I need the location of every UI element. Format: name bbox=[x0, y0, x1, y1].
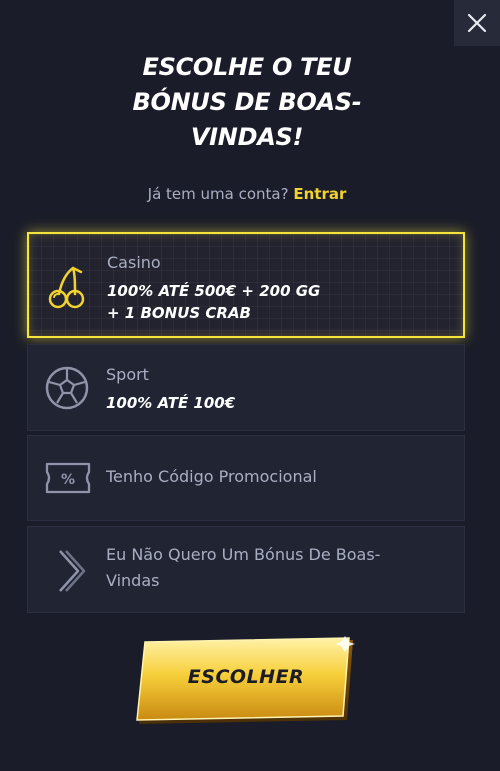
option-offer: + 1 BONUS CRAB bbox=[107, 304, 251, 322]
option-offer: 100% ATÉ 500€ + 200 GG bbox=[107, 282, 321, 300]
login-link[interactable]: Entrar bbox=[293, 185, 346, 203]
chevron-right-icon bbox=[59, 550, 86, 592]
choose-button[interactable]: ESCOLHER bbox=[133, 636, 359, 728]
choose-button-label: ESCOLHER bbox=[187, 666, 305, 688]
title-line: VINDAS! bbox=[190, 123, 304, 151]
bonus-option-none[interactable]: Eu Não Quero Um Bónus De Boas- Vindas bbox=[27, 526, 465, 613]
bonus-option-promo-code[interactable]: % Tenho Código Promocional bbox=[27, 435, 465, 521]
svg-text:%: % bbox=[61, 472, 75, 488]
page-title: ESCOLHE O TEU BÓNUS DE BOAS- VINDAS! bbox=[0, 50, 494, 155]
bonus-option-casino[interactable]: Casino 100% ATÉ 500€ + 200 GG + 1 BONUS … bbox=[27, 232, 465, 338]
bonus-option-sport[interactable]: Sport 100% ATÉ 100€ bbox=[27, 344, 465, 431]
close-button[interactable] bbox=[454, 0, 500, 46]
percent-ticket-icon: % bbox=[45, 462, 91, 494]
option-label: Sport bbox=[106, 365, 149, 384]
option-label: Eu Não Quero Um Bónus De Boas- bbox=[106, 545, 381, 564]
close-icon bbox=[467, 13, 487, 33]
option-offer: 100% ATÉ 100€ bbox=[106, 394, 236, 412]
title-line: ESCOLHE O TEU bbox=[142, 53, 352, 81]
account-prompt: Já tem uma conta? Entrar bbox=[0, 185, 494, 203]
soccer-ball-icon bbox=[45, 366, 89, 410]
title-line: BÓNUS DE BOAS- bbox=[132, 88, 362, 116]
account-question: Já tem uma conta? bbox=[147, 185, 289, 203]
option-label: Vindas bbox=[106, 571, 160, 590]
option-label: Casino bbox=[107, 253, 161, 272]
option-label: Tenho Código Promocional bbox=[106, 467, 317, 486]
cherries-icon bbox=[48, 266, 85, 309]
